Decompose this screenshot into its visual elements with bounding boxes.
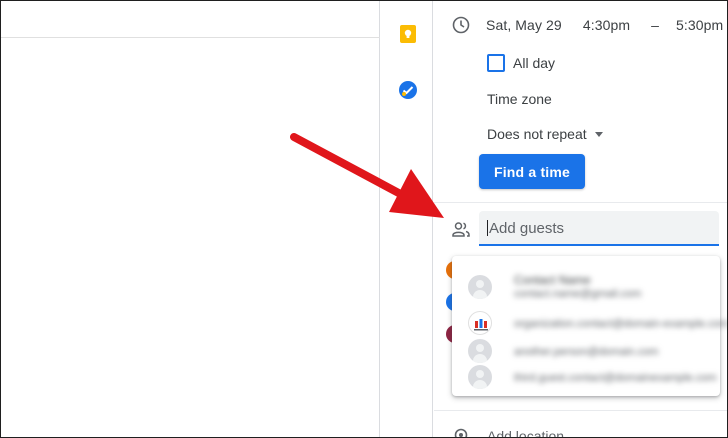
- guest-suggestions-dropdown: Contact Name contact.name@gmail.com orga…: [452, 256, 728, 396]
- suggestion-email: contact.name@gmail.com: [514, 288, 642, 300]
- people-icon: [452, 222, 470, 237]
- repeat-dropdown[interactable]: Does not repeat: [487, 126, 603, 142]
- caret-down-icon: [594, 131, 603, 137]
- tasks-icon[interactable]: [398, 80, 418, 100]
- calendar-main-area: [0, 0, 380, 438]
- organization-logo-icon: [468, 311, 492, 335]
- suggestion-item[interactable]: Contact Name contact.name@gmail.com: [452, 272, 720, 302]
- suggestion-name: Contact Name: [514, 273, 591, 287]
- suggestion-email: organization.contact@domain-example.com: [514, 318, 728, 330]
- section-divider: [434, 202, 728, 203]
- suggestion-item[interactable]: third.guest.contact@domainexample.com: [452, 364, 720, 390]
- all-day-label: All day: [513, 55, 556, 71]
- all-day-checkbox[interactable]: [487, 54, 505, 72]
- suggestion-item[interactable]: another.person@domain.com: [452, 338, 720, 364]
- time-zone-link[interactable]: Time zone: [487, 91, 552, 107]
- event-date[interactable]: Sat, May 29: [486, 17, 562, 33]
- add-guests-placeholder: Add guests: [489, 220, 565, 237]
- side-panel-rail: [381, 0, 433, 438]
- event-time-row: Sat, May 29 4:30pm – 5:30pm: [452, 16, 723, 34]
- all-day-toggle[interactable]: All day: [487, 54, 555, 72]
- find-a-time-button[interactable]: Find a time: [479, 154, 585, 189]
- suggestion-email: third.guest.contact@domainexample.com: [514, 372, 717, 384]
- avatar-icon: [468, 365, 492, 389]
- repeat-label: Does not repeat: [487, 126, 587, 142]
- section-divider: [434, 410, 728, 411]
- location-pin-icon: [454, 428, 468, 438]
- add-location-field[interactable]: Add location: [487, 428, 564, 438]
- add-guests-input[interactable]: Add guests: [479, 211, 719, 246]
- suggestion-email: another.person@domain.com: [514, 346, 659, 358]
- event-start-time[interactable]: 4:30pm: [583, 17, 630, 33]
- keep-icon[interactable]: [398, 24, 418, 44]
- avatar-icon: [468, 339, 492, 363]
- suggestion-item[interactable]: organization.contact@domain-example.com: [452, 310, 728, 336]
- text-cursor: [487, 220, 488, 236]
- time-separator: –: [651, 17, 659, 33]
- avatar-icon: [468, 275, 492, 299]
- clock-icon: [452, 16, 470, 34]
- header-divider: [0, 37, 380, 38]
- event-end-time[interactable]: 5:30pm: [676, 17, 723, 33]
